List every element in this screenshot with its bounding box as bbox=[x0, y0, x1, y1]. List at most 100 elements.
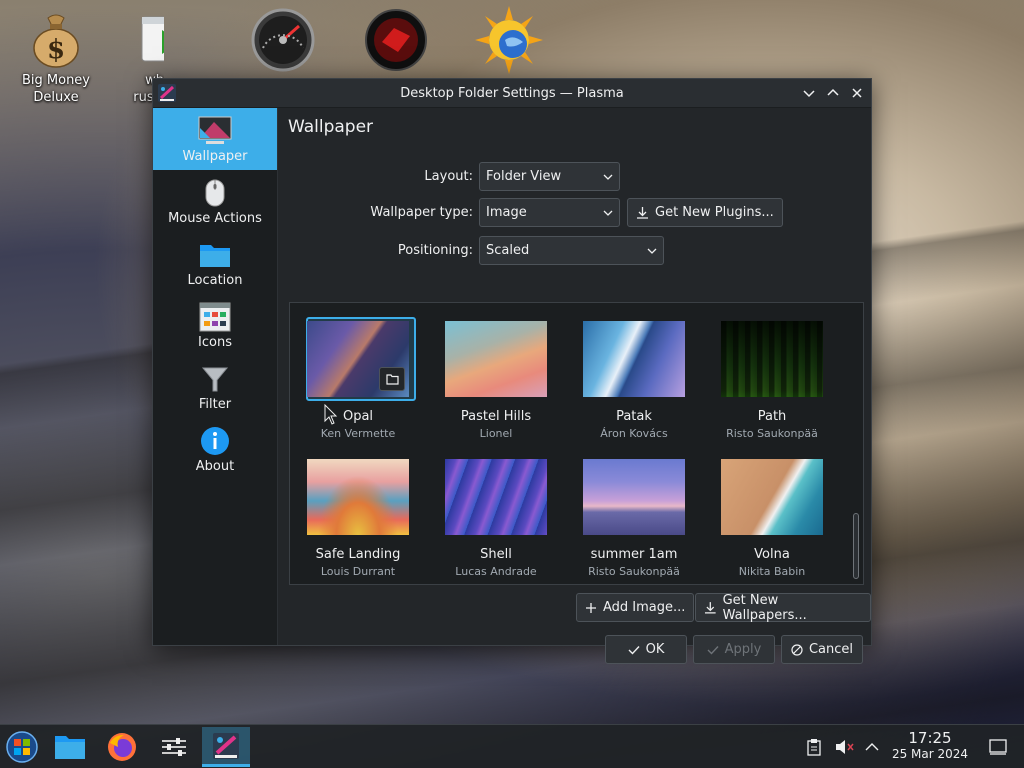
wallpaper-name: Pastel Hills bbox=[460, 409, 532, 424]
sidebar-item-location[interactable]: Location bbox=[153, 232, 277, 294]
money-bag-icon: $ bbox=[27, 10, 85, 68]
main-panel: Wallpaper Layout: Folder View Wallpaper … bbox=[279, 108, 871, 664]
download-icon bbox=[704, 602, 716, 614]
firefox-button[interactable] bbox=[102, 727, 142, 767]
open-folder-button[interactable] bbox=[379, 367, 405, 391]
get-new-wallpapers-button[interactable]: Get New Wallpapers... bbox=[695, 592, 871, 623]
get-new-wallpapers-label: Get New Wallpapers... bbox=[722, 592, 807, 623]
wallpaper-author: Ken Vermette bbox=[320, 427, 396, 440]
ok-label: OK bbox=[645, 642, 665, 657]
sidebar-item-label: Mouse Actions bbox=[168, 211, 262, 226]
video-player-icon bbox=[140, 10, 164, 68]
minimize-button[interactable] bbox=[799, 83, 819, 103]
red-disc-icon bbox=[364, 8, 428, 72]
wallpaper-name: Opal bbox=[342, 409, 374, 424]
clock[interactable]: 17:25 25 Mar 2024 bbox=[888, 729, 972, 762]
wallpaper-item-shell[interactable]: Shell Lucas Andrade bbox=[432, 459, 560, 578]
clipboard-icon bbox=[807, 739, 821, 756]
mouse-icon bbox=[198, 177, 232, 209]
sidebar-item-filter[interactable]: Filter bbox=[153, 356, 277, 418]
plasma-settings-task[interactable] bbox=[202, 727, 250, 767]
desktop-icon-sun-globe[interactable] bbox=[464, 6, 554, 78]
wallpaper-name: summer 1am bbox=[590, 547, 678, 562]
wallpaper-item-pastel-hills[interactable]: Pastel Hills Lionel bbox=[432, 321, 560, 440]
file-manager-button[interactable] bbox=[50, 727, 90, 767]
wallpaper-thumbnail bbox=[445, 459, 547, 535]
wallpaper-item-path[interactable]: Path Risto Saukonpää bbox=[708, 321, 836, 440]
maximize-button[interactable] bbox=[823, 83, 843, 103]
show-desktop-button[interactable] bbox=[986, 725, 1010, 768]
mixer-settings-button[interactable] bbox=[154, 727, 194, 767]
wallpaper-author: Risto Saukonpää bbox=[726, 427, 818, 440]
wallpaper-author: Áron Kovács bbox=[600, 427, 668, 440]
desktop-icon-red-disc[interactable] bbox=[351, 8, 441, 76]
clock-time: 17:25 bbox=[908, 729, 952, 747]
positioning-label: Positioning: bbox=[397, 243, 473, 258]
download-icon bbox=[637, 207, 648, 219]
wallpaper-name: Patak bbox=[616, 409, 652, 424]
wallpaper-author: Lionel bbox=[479, 427, 513, 440]
sidebar-item-about[interactable]: About bbox=[153, 418, 277, 480]
desktop-icon-big-money[interactable]: $ Big Money Deluxe bbox=[11, 10, 101, 106]
positioning-combo[interactable]: Scaled bbox=[479, 236, 664, 265]
chevron-down-icon bbox=[603, 174, 613, 180]
chevron-down-icon bbox=[603, 210, 613, 216]
close-button[interactable] bbox=[847, 83, 867, 103]
wallpaper-item-opal[interactable]: Opal Ken Vermette bbox=[294, 317, 422, 440]
wallpaper-thumbnail bbox=[307, 321, 409, 397]
positioning-value: Scaled bbox=[486, 243, 530, 258]
sidebar: Wallpaper Mouse Actions Location Icons F… bbox=[153, 108, 278, 645]
cancel-label: Cancel bbox=[808, 642, 854, 657]
sidebar-item-label: About bbox=[195, 459, 235, 474]
sun-globe-icon bbox=[475, 6, 543, 74]
wallpaper-item-patak[interactable]: Patak Áron Kovács bbox=[570, 321, 698, 440]
apply-button[interactable]: Apply bbox=[693, 635, 775, 664]
window-title: Desktop Folder Settings — Plasma bbox=[400, 85, 624, 101]
wallpaper-grid[interactable]: Opal Ken Vermette Pastel Hills Lionel Pa… bbox=[289, 302, 864, 585]
volume-tray[interactable] bbox=[832, 725, 856, 768]
wallpaper-item-summer-1am[interactable]: summer 1am Risto Saukonpää bbox=[570, 459, 698, 578]
wallpaper-thumbnail bbox=[721, 321, 823, 397]
sidebar-item-label: Icons bbox=[198, 335, 232, 350]
volume-muted-icon bbox=[836, 740, 854, 754]
scrollbar-handle[interactable] bbox=[853, 513, 859, 579]
close-icon bbox=[852, 88, 862, 98]
expand-tray-button[interactable] bbox=[862, 725, 882, 768]
wallpaper-thumbnail bbox=[583, 321, 685, 397]
filter-icon bbox=[198, 363, 232, 395]
wallpaper-type-combo[interactable]: Image bbox=[479, 198, 620, 227]
firefox-icon bbox=[108, 733, 136, 761]
add-image-button[interactable]: Add Image... bbox=[576, 593, 695, 622]
info-icon bbox=[198, 425, 232, 457]
sidebar-item-label: Wallpaper bbox=[182, 149, 248, 164]
plasma-app-icon bbox=[157, 83, 177, 103]
wallpaper-item-safe-landing[interactable]: Safe Landing Louis Durrant bbox=[294, 459, 422, 578]
grid-scrollbar[interactable] bbox=[853, 307, 859, 580]
start-menu-button[interactable] bbox=[2, 727, 42, 767]
wallpaper-author: Louis Durrant bbox=[320, 565, 396, 578]
chevron-up-icon bbox=[865, 743, 879, 751]
wallpaper-name: Volna bbox=[754, 547, 790, 562]
sidebar-item-wallpaper[interactable]: Wallpaper bbox=[153, 108, 277, 170]
ok-button[interactable]: OK bbox=[605, 635, 687, 664]
chevron-down-icon bbox=[647, 248, 657, 254]
get-new-plugins-label: Get New Plugins... bbox=[655, 205, 774, 220]
wallpaper-item-volna[interactable]: Volna Nikita Babin bbox=[708, 459, 836, 578]
sidebar-item-label: Location bbox=[187, 273, 243, 288]
chevron-up-icon bbox=[827, 88, 839, 96]
get-new-plugins-button[interactable]: Get New Plugins... bbox=[627, 198, 783, 227]
wallpaper-type-label: Wallpaper type: bbox=[370, 205, 473, 220]
taskbar: 17:25 25 Mar 2024 bbox=[0, 724, 1024, 768]
file-manager-icon bbox=[55, 736, 85, 759]
cancel-button[interactable]: Cancel bbox=[781, 635, 863, 664]
clipboard-tray[interactable] bbox=[802, 725, 826, 768]
sidebar-item-mouse-actions[interactable]: Mouse Actions bbox=[153, 170, 277, 232]
clock-date: 25 Mar 2024 bbox=[891, 747, 969, 761]
sidebar-item-icons[interactable]: Icons bbox=[153, 294, 277, 356]
wallpaper-author: Risto Saukonpää bbox=[588, 565, 680, 578]
title-bar[interactable]: Desktop Folder Settings — Plasma bbox=[153, 79, 871, 108]
layout-combo[interactable]: Folder View bbox=[479, 162, 620, 191]
folder-icon bbox=[385, 373, 399, 385]
desktop-icon-speedometer[interactable] bbox=[238, 8, 328, 76]
check-icon bbox=[707, 645, 719, 655]
